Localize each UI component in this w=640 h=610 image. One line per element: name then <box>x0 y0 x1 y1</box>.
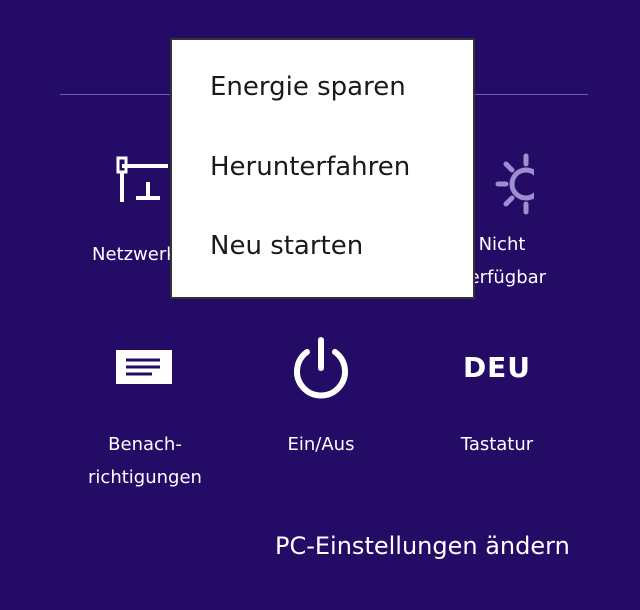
brightness-icon <box>495 153 534 215</box>
power-label: Ein/Aus <box>287 434 355 455</box>
pc-settings-link[interactable]: PC-Einstellungen ändern <box>275 532 570 560</box>
network-icon <box>116 156 168 202</box>
shutdown-menu-item[interactable]: Herunterfahren <box>210 152 410 182</box>
keyboard-icon: DEU <box>462 351 532 384</box>
keyboard-label: Tastatur <box>460 434 534 455</box>
notifications-label: Benach- richtigungen <box>88 434 202 488</box>
power-tile[interactable]: Ein/Aus <box>261 336 381 461</box>
notifications-icon <box>116 350 172 384</box>
notifications-tile[interactable]: Benach- richtigungen <box>85 336 205 494</box>
power-menu: Energie sparen Herunterfahren Neu starte… <box>170 38 475 299</box>
restart-menu-item[interactable]: Neu starten <box>210 231 363 261</box>
keyboard-tile[interactable]: DEU Tastatur <box>437 336 557 461</box>
sleep-menu-item[interactable]: Energie sparen <box>210 72 406 102</box>
power-icon <box>294 337 348 399</box>
